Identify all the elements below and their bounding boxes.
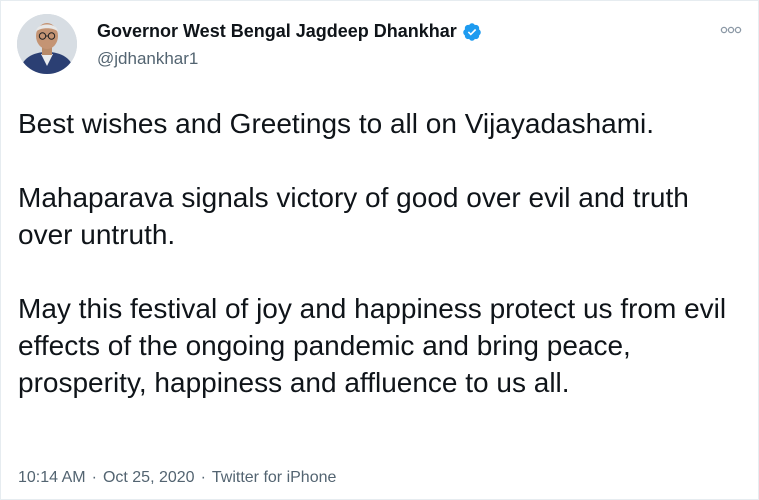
tweet-paragraph: Best wishes and Greetings to all on Vija… xyxy=(18,108,655,139)
verified-badge-icon xyxy=(462,22,482,42)
tweet-paragraph: Mahaparava signals victory of good over … xyxy=(18,182,689,250)
tweet-card: Governor West Bengal Jagdeep Dhankhar @j… xyxy=(0,0,759,500)
tweet-time[interactable]: 10:14 AM xyxy=(18,469,86,486)
tweet-metadata: 10:14 AM · Oct 25, 2020 · Twitter for iPhone xyxy=(18,469,336,487)
name-row: Governor West Bengal Jagdeep Dhankhar xyxy=(97,21,482,42)
more-options-icon[interactable] xyxy=(720,23,742,37)
user-handle[interactable]: @jdhankhar1 xyxy=(97,49,198,69)
profile-photo xyxy=(17,14,77,74)
tweet-source[interactable]: Twitter for iPhone xyxy=(212,469,337,486)
tweet-date[interactable]: Oct 25, 2020 xyxy=(103,469,195,486)
avatar[interactable] xyxy=(17,14,77,74)
tweet-paragraph: May this festival of joy and happiness p… xyxy=(18,293,727,398)
meta-separator: · xyxy=(200,469,206,486)
display-name[interactable]: Governor West Bengal Jagdeep Dhankhar xyxy=(97,21,457,42)
meta-separator: · xyxy=(91,469,97,486)
tweet-text: Best wishes and Greetings to all on Vija… xyxy=(18,105,744,401)
